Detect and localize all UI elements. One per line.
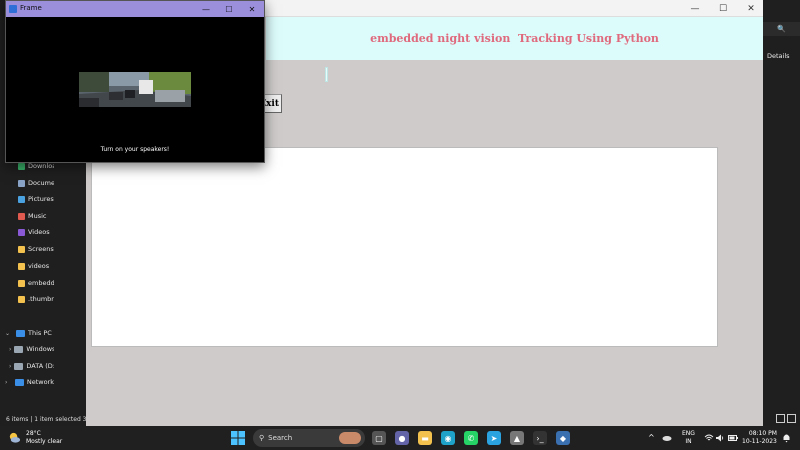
search-highlight-icon — [339, 432, 361, 444]
explorer-nav-label: Music — [28, 212, 47, 220]
chevron-icon[interactable]: › — [5, 379, 12, 386]
download-icon — [18, 162, 25, 170]
explorer-nav-label: videos — [28, 262, 50, 270]
folder-icon — [18, 262, 25, 270]
language-indicator[interactable]: ENG IN — [682, 430, 695, 445]
output-canvas — [91, 147, 718, 347]
chevron-icon[interactable]: › — [9, 346, 11, 353]
close-button[interactable]: ✕ — [738, 0, 764, 17]
frame-minimize-button[interactable]: — — [194, 1, 218, 17]
python-icon[interactable]: ◆ — [556, 431, 570, 445]
explorer-nav-item[interactable]: embedded — [0, 276, 54, 290]
details-button[interactable]: Details — [767, 52, 790, 60]
weather-widget[interactable]: 28°C Mostly clear — [8, 430, 62, 445]
task-view-icon[interactable]: ▢ — [372, 431, 386, 445]
search-label: Search — [268, 434, 293, 442]
whatsapp-icon[interactable]: ✆ — [464, 431, 478, 445]
file-explorer-icon[interactable]: ▬ — [418, 431, 432, 445]
frame-close-button[interactable]: ✕ — [240, 1, 264, 17]
chevron-icon[interactable]: › — [9, 363, 11, 370]
taskbar: 28°C Mostly clear ⚲ Search ▢ ● ▬ ◉ ✆ ➤ ▲ ›_ ◆ ^ … — [0, 426, 800, 450]
teams-icon[interactable]: ● — [395, 431, 409, 445]
explorer-tree-label: DATA (D:) — [26, 362, 54, 370]
frame-title: Frame — [20, 4, 42, 12]
search-icon: ⚲ — [259, 434, 265, 442]
onedrive-cloud-icon[interactable] — [662, 434, 672, 441]
explorer-nav-label: Screenshots — [28, 245, 54, 253]
app-header: embedded night vision Tracking Using Pyt… — [266, 17, 763, 60]
taskbar-search-input[interactable]: ⚲ Search — [253, 429, 365, 447]
computer-icon — [16, 329, 25, 337]
windows-start-icon[interactable] — [231, 431, 245, 445]
explorer-nav-label: embedded — [28, 279, 54, 287]
lang-code: ENG — [682, 430, 695, 437]
pictures-icon — [18, 195, 25, 203]
network-icon — [14, 378, 24, 386]
text-entry[interactable] — [325, 67, 328, 82]
explorer-tree-item[interactable]: ⌄ This PC — [0, 326, 54, 340]
frame-app-icon — [9, 5, 17, 13]
explorer-tree-label: Windows (C:) — [26, 345, 54, 353]
edge-icon[interactable]: ◉ — [441, 431, 455, 445]
folder-icon — [18, 295, 25, 303]
app-icon[interactable]: ▲ — [510, 431, 524, 445]
exit-button[interactable]: Exit — [259, 94, 282, 113]
tray-overflow-icon[interactable]: ^ — [648, 433, 655, 442]
details-view-icon[interactable] — [776, 414, 785, 423]
explorer-nav-label: Videos — [28, 228, 50, 236]
music-icon — [18, 212, 25, 220]
explorer-tree-item[interactable]: › Windows (C:) — [0, 342, 54, 356]
explorer-status-bar: 6 items | 1 item selected 3 — [6, 415, 86, 423]
tiles-view-icon[interactable] — [787, 414, 796, 423]
explorer-right-pane: 🔍 Details — [763, 0, 800, 426]
lang-region: IN — [685, 437, 692, 445]
app-title: embedded night vision Tracking Using Pyt… — [370, 32, 659, 45]
explorer-nav-item[interactable]: Pictures — [0, 192, 54, 206]
volume-icon[interactable] — [716, 434, 725, 442]
explorer-nav-item[interactable]: Documents — [0, 176, 54, 190]
minimize-button[interactable]: — — [682, 0, 708, 17]
frame-maximize-button[interactable]: ☐ — [217, 1, 241, 17]
explorer-nav-item[interactable]: .thumbnails — [0, 292, 54, 306]
explorer-nav-item[interactable]: Videos — [0, 225, 54, 239]
folder-icon — [18, 245, 25, 253]
frame-window: Frame — ☐ ✕ Turn on your speakers! — [5, 0, 265, 163]
frame-titlebar[interactable]: Frame — ☐ ✕ — [6, 1, 264, 17]
drive-icon — [14, 345, 24, 353]
moon-cloud-icon — [9, 432, 21, 443]
drive-icon — [14, 362, 24, 370]
chevron-icon[interactable]: ⌄ — [5, 330, 13, 337]
explorer-nav-item[interactable]: Music — [0, 209, 54, 223]
explorer-nav-label: Documents — [28, 179, 54, 187]
clock-date: 10-11-2023 — [742, 437, 777, 445]
clock-time: 08:10 PM — [748, 430, 777, 437]
explorer-tree-label: This PC — [28, 329, 52, 337]
explorer-tree-item[interactable]: › Network — [0, 375, 54, 389]
wifi-icon[interactable] — [704, 434, 714, 442]
clock[interactable]: 08:10 PM 10-11-2023 — [742, 430, 777, 445]
terminal-icon[interactable]: ›_ — [533, 431, 547, 445]
videos-icon — [18, 228, 25, 236]
explorer-nav-label: .thumbnails — [28, 295, 54, 303]
explorer-tree-item[interactable]: › DATA (D:) — [0, 359, 54, 373]
notification-bell-icon[interactable] — [782, 433, 791, 443]
weather-desc: Mostly clear — [26, 437, 63, 445]
battery-icon[interactable] — [728, 435, 738, 441]
explorer-tree-label: Network — [26, 378, 54, 386]
explorer-nav-item[interactable]: videos — [0, 259, 54, 273]
weather-temp: 28°C — [26, 430, 41, 437]
explorer-nav-item[interactable]: Screenshots — [0, 242, 54, 256]
speaker-message: Turn on your speakers! — [100, 146, 170, 153]
document-icon — [18, 179, 25, 187]
folder-icon — [18, 279, 25, 287]
explorer-nav-label: Downloads — [28, 162, 54, 170]
telegram-icon[interactable]: ➤ — [487, 431, 501, 445]
explorer-nav-label: Pictures — [28, 195, 54, 203]
video-frame-image — [79, 72, 191, 107]
maximize-button[interactable]: ☐ — [710, 0, 736, 17]
search-icon[interactable]: 🔍 — [763, 22, 800, 36]
